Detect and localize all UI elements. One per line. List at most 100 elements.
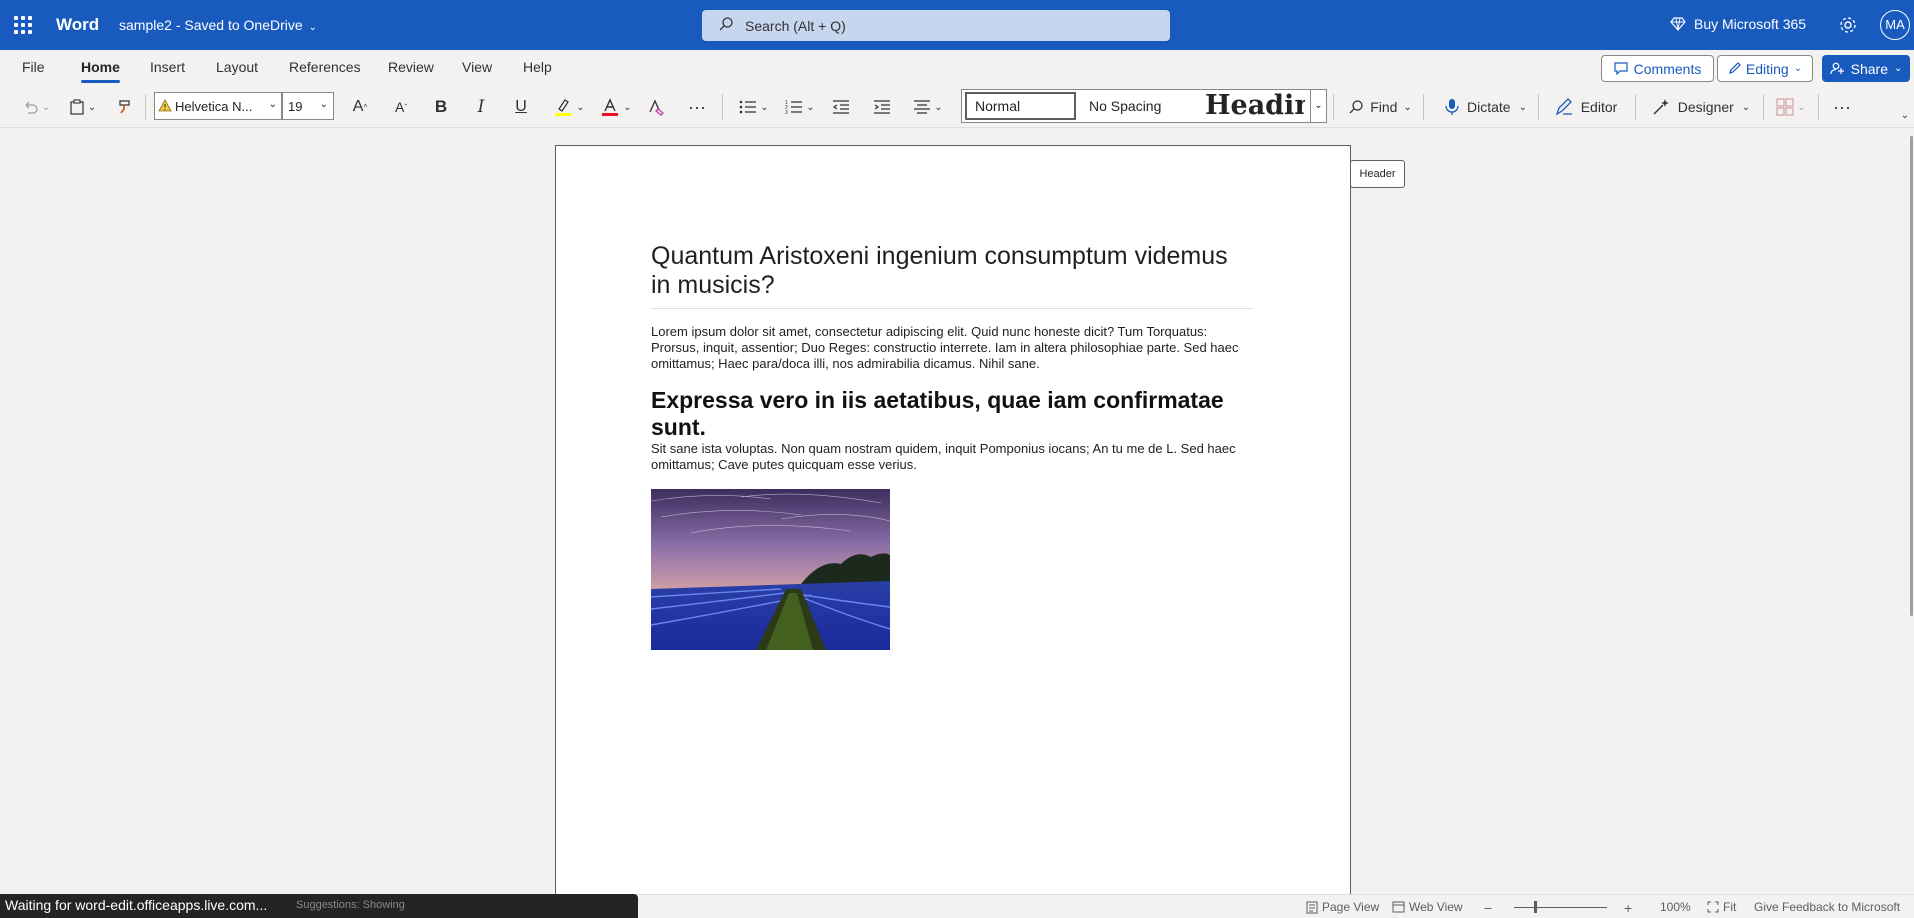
share-label: Share xyxy=(1850,60,1888,77)
clear-formatting-button[interactable] xyxy=(644,94,668,120)
highlight-color-button[interactable]: ⌄ xyxy=(550,94,588,120)
grow-font-button[interactable]: A ^ xyxy=(347,94,373,120)
numbering-button[interactable]: 123 ⌄ xyxy=(782,94,818,120)
document-name-menu[interactable]: sample2 - Saved to OneDrive ⌄ xyxy=(119,17,317,33)
editor-button[interactable]: Editor xyxy=(1550,94,1622,120)
search-icon xyxy=(1349,100,1363,114)
diamond-icon xyxy=(1670,17,1686,31)
search-placeholder: Search (Alt + Q) xyxy=(745,18,846,34)
vertical-scrollbar[interactable] xyxy=(1910,136,1913,616)
italic-button[interactable]: I xyxy=(470,94,492,120)
font-size-dropdown[interactable]: 19 ⌄ xyxy=(282,92,334,120)
font-color-icon xyxy=(602,98,619,116)
decrease-indent-icon xyxy=(832,100,849,114)
font-size-value: 19 xyxy=(288,98,303,114)
more-font-options-button[interactable]: ··· xyxy=(685,94,709,120)
tab-help[interactable]: Help xyxy=(523,59,552,75)
dictate-button[interactable]: Dictate ⌄ xyxy=(1438,94,1534,120)
zoom-level[interactable]: 100% xyxy=(1660,900,1691,914)
pencil-icon xyxy=(1728,62,1741,74)
avatar[interactable]: MA xyxy=(1880,10,1910,40)
loading-message: Waiting for word-edit.officeapps.live.co… xyxy=(5,897,268,913)
title-bar: Word sample2 - Saved to OneDrive ⌄ Searc… xyxy=(0,0,1914,50)
bold-button[interactable]: B xyxy=(430,94,452,120)
magic-wand-icon xyxy=(1653,99,1669,115)
chevron-down-icon: ⌄ xyxy=(308,22,317,33)
zoom-out-button[interactable]: − xyxy=(1484,900,1492,916)
comments-button[interactable]: Comments xyxy=(1601,55,1714,82)
zoom-in-button[interactable]: + xyxy=(1624,900,1632,916)
search-icon xyxy=(719,17,733,31)
zoom-slider[interactable] xyxy=(1514,907,1607,908)
suggestions-status[interactable]: Suggestions: Showing xyxy=(296,894,405,917)
paragraph-2[interactable]: Sit sane ista voluptas. Non quam nostram… xyxy=(651,441,1256,473)
styles-more-button[interactable]: ⌄ xyxy=(1310,90,1326,122)
page-view-button[interactable]: Page View xyxy=(1306,900,1379,914)
underline-button[interactable]: U xyxy=(510,94,532,120)
paste-button[interactable]: ⌄ xyxy=(64,94,102,120)
buy-microsoft-365-button[interactable]: Buy Microsoft 365 xyxy=(1670,16,1806,32)
editor-pen-icon xyxy=(1555,98,1572,116)
loading-toast: Waiting for word-edit.officeapps.live.co… xyxy=(0,894,638,918)
ribbon-collapse-button[interactable]: ⌄ xyxy=(1898,102,1912,128)
page-view-icon xyxy=(1306,901,1318,913)
chevron-down-icon: ⌄ xyxy=(268,99,277,110)
tab-view[interactable]: View xyxy=(462,59,492,75)
increase-indent-icon xyxy=(874,100,890,114)
clipboard-icon xyxy=(70,99,84,115)
chevron-down-icon: ⌄ xyxy=(1893,63,1903,74)
svg-text:3: 3 xyxy=(785,110,788,115)
page-view-label: Page View xyxy=(1322,900,1380,914)
undo-button[interactable]: ⌄ xyxy=(16,94,56,120)
document-status: - Saved to OneDrive xyxy=(175,17,303,33)
header-tag[interactable]: Header xyxy=(1350,160,1405,188)
align-button[interactable]: ⌄ xyxy=(910,94,946,120)
feedback-link[interactable]: Give Feedback to Microsoft xyxy=(1754,900,1900,914)
fit-label: Fit xyxy=(1723,900,1737,914)
share-person-icon xyxy=(1830,62,1844,75)
styles-gallery: Normal No Spacing Heading 1 ⌄ xyxy=(961,89,1327,123)
fit-button[interactable]: Fit xyxy=(1707,900,1736,914)
style-heading-1[interactable]: Heading 1 xyxy=(1205,90,1305,122)
gear-icon[interactable] xyxy=(1838,15,1858,35)
share-button[interactable]: Share ⌄ xyxy=(1822,55,1910,82)
style-no-spacing[interactable]: No Spacing xyxy=(1089,98,1161,114)
designer-button[interactable]: Designer ⌄ xyxy=(1648,94,1754,120)
heading-2[interactable]: Expressa vero in iis aetatibus, quae iam… xyxy=(651,387,1256,441)
paragraph-1[interactable]: Lorem ipsum dolor sit amet, consectetur … xyxy=(651,324,1256,372)
night-field-image xyxy=(651,489,890,650)
app-launcher-icon[interactable] xyxy=(14,16,32,34)
style-normal[interactable]: Normal xyxy=(965,92,1076,120)
more-options-button[interactable]: ··· xyxy=(1830,94,1854,120)
highlighter-icon xyxy=(555,99,572,116)
tab-file[interactable]: File xyxy=(22,59,45,75)
bullets-button[interactable]: ⌄ xyxy=(736,94,772,120)
bullet-list-icon xyxy=(739,100,757,114)
find-button[interactable]: Find ⌄ xyxy=(1344,94,1416,120)
buy-label: Buy Microsoft 365 xyxy=(1694,16,1807,32)
tab-references[interactable]: References xyxy=(289,59,361,75)
comment-icon xyxy=(1614,62,1628,75)
find-label: Find xyxy=(1370,99,1398,115)
decrease-indent-button[interactable] xyxy=(830,94,852,120)
document-image[interactable] xyxy=(651,489,890,650)
app-name[interactable]: Word xyxy=(56,15,99,35)
format-painter-button[interactable] xyxy=(114,94,136,120)
search-box[interactable]: Search (Alt + Q) xyxy=(702,10,1170,41)
font-name-value: Helvetica N... xyxy=(175,98,253,114)
tab-insert[interactable]: Insert xyxy=(150,59,185,75)
zoom-slider-thumb[interactable] xyxy=(1534,901,1537,913)
editing-mode-button[interactable]: Editing ⌄ xyxy=(1717,55,1813,82)
tab-layout[interactable]: Layout xyxy=(216,59,258,75)
increase-indent-button[interactable] xyxy=(871,94,893,120)
font-name-dropdown[interactable]: Helvetica N... ⌄ xyxy=(154,92,282,120)
tab-review[interactable]: Review xyxy=(388,59,434,75)
tab-home[interactable]: Home xyxy=(81,59,120,83)
shrink-font-button[interactable]: Aˇ xyxy=(388,94,414,120)
microphone-icon xyxy=(1445,99,1459,115)
document-title[interactable]: Quantum Aristoxeni ingenium consumptum v… xyxy=(651,242,1251,300)
add-ins-button[interactable]: ⌄ xyxy=(1772,94,1810,120)
font-color-button[interactable]: ⌄ xyxy=(598,94,634,120)
web-view-button[interactable]: Web View xyxy=(1392,900,1463,914)
designer-label: Designer xyxy=(1677,99,1734,115)
